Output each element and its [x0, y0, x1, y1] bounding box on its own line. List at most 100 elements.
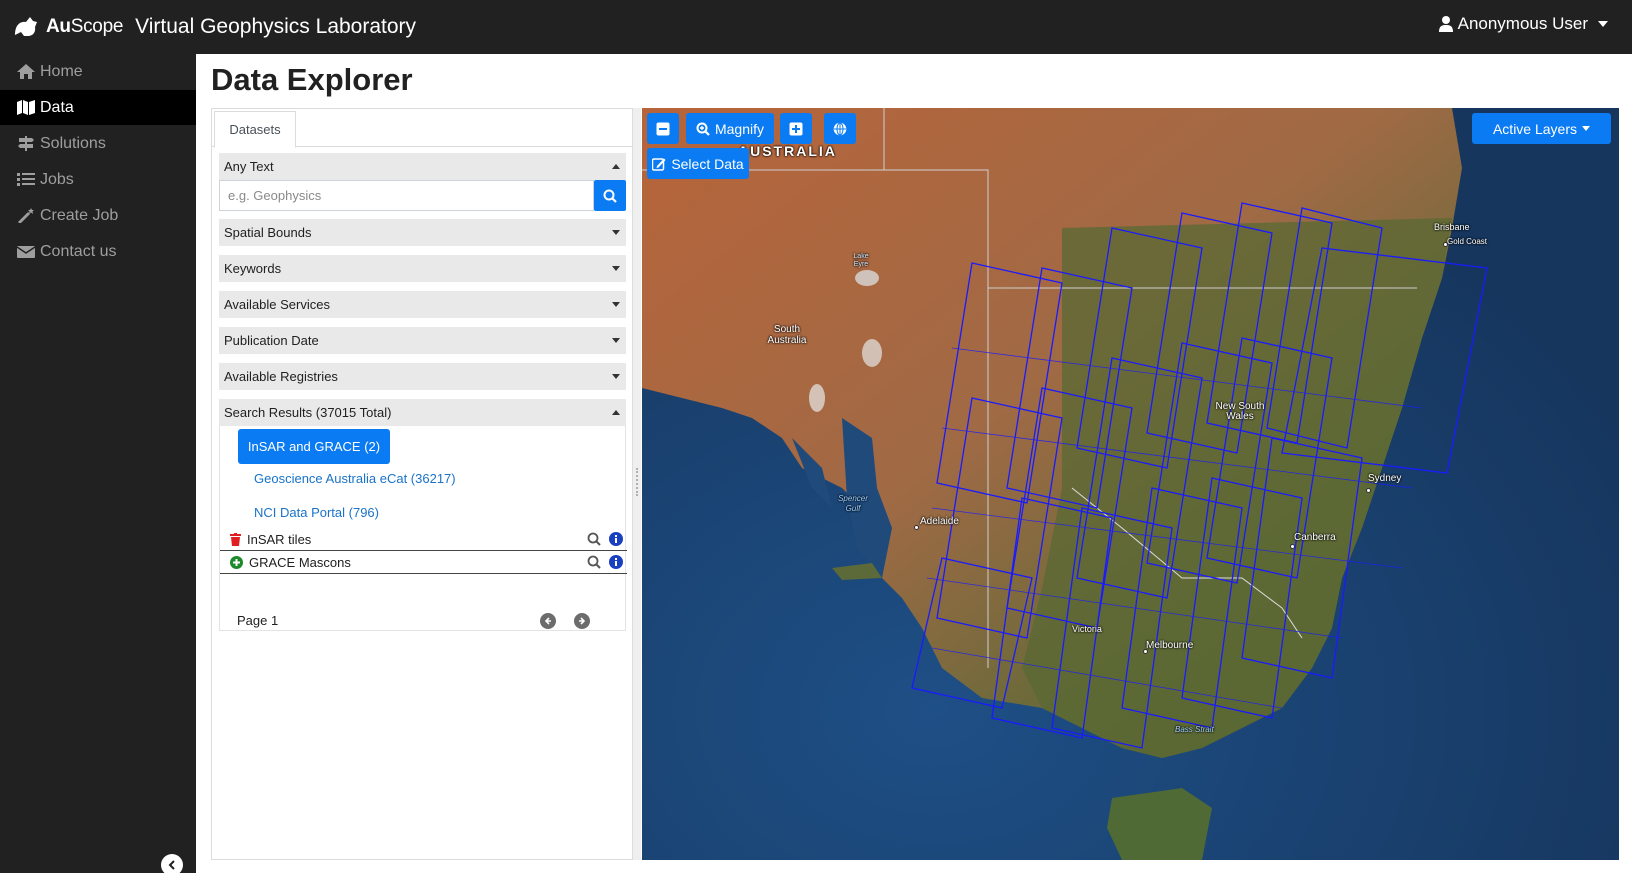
map-label-adelaide: Adelaide	[920, 516, 959, 527]
map-label-bass-strait: Bass Strait	[1175, 725, 1214, 734]
chevron-down-icon	[612, 374, 620, 379]
globe-icon	[833, 122, 847, 135]
record-grace-mascons[interactable]: GRACE Mascons	[220, 551, 627, 574]
trash-icon[interactable]	[230, 532, 241, 546]
record-insar-tiles[interactable]: InSAR tiles	[220, 528, 627, 551]
sidebar-item-label: Jobs	[40, 170, 74, 188]
splitter-grip	[636, 468, 638, 496]
home-icon	[17, 64, 35, 79]
satellite-basemap	[642, 108, 1619, 860]
sidebar-item-data[interactable]: Data	[0, 90, 196, 125]
next-page-button[interactable]	[574, 613, 590, 629]
magnify-icon[interactable]	[587, 532, 601, 546]
arrow-left-icon	[544, 617, 551, 625]
sidebar-item-jobs[interactable]: Jobs	[0, 162, 196, 197]
map-label-sydney: Sydney	[1368, 473, 1402, 484]
section-publication-date[interactable]: Publication Date	[219, 327, 626, 354]
magic-wand-icon	[18, 208, 34, 223]
brand-name: AuScope	[46, 16, 124, 37]
record-label: InSAR tiles	[247, 531, 312, 547]
chevron-left-icon	[168, 860, 175, 870]
panel-splitter[interactable]	[633, 108, 641, 860]
map-label-canberra: Canberra	[1294, 532, 1336, 543]
sidebar-item-create-job[interactable]: Create Job	[0, 198, 196, 233]
magnify-button[interactable]: Magnify	[686, 113, 774, 144]
chevron-down-icon	[612, 266, 620, 271]
user-menu[interactable]: Anonymous User	[1438, 14, 1608, 34]
page-title: Data Explorer	[211, 62, 413, 97]
map-label-gold-coast: Gold Coast	[1447, 237, 1488, 246]
info-icon[interactable]	[609, 555, 623, 569]
sidebar-item-contact[interactable]: Contact us	[0, 234, 196, 269]
plus-square-icon	[789, 122, 803, 135]
search-row	[219, 180, 626, 211]
chevron-down-icon	[1582, 126, 1591, 131]
auscope-logo-icon	[15, 17, 37, 36]
active-layers-button[interactable]: Active Layers	[1472, 113, 1611, 144]
sidebar-item-solutions[interactable]: Solutions	[0, 126, 196, 161]
globe-button[interactable]	[824, 113, 856, 144]
user-name: Anonymous User	[1457, 14, 1588, 33]
prev-page-button[interactable]	[540, 613, 556, 629]
map-label-melbourne: Melbourne	[1146, 640, 1194, 651]
list-icon	[17, 173, 35, 186]
envelope-icon	[17, 246, 35, 258]
sidebar-item-home[interactable]: Home	[0, 54, 196, 89]
section-label: Publication Date	[224, 333, 319, 348]
chevron-down-icon	[612, 230, 620, 235]
map-label-brisbane: Brisbane	[1434, 222, 1470, 232]
sidebar-item-label: Create Job	[40, 206, 119, 224]
registry-nci[interactable]: NCI Data Portal (796)	[254, 505, 379, 520]
chevron-down-icon	[612, 338, 620, 343]
zoom-in-icon	[696, 122, 710, 136]
edit-icon	[652, 157, 666, 171]
active-layers-label: Active Layers	[1492, 120, 1578, 137]
section-keywords[interactable]: Keywords	[219, 255, 626, 282]
city-dot-adelaide	[914, 525, 919, 530]
section-search-results[interactable]: Search Results (37015 Total)	[219, 399, 626, 426]
sidebar-item-label: Home	[40, 62, 83, 80]
registry-insar-grace[interactable]: InSAR and GRACE (2)	[238, 429, 390, 464]
sidebar-item-label: Contact us	[40, 242, 117, 260]
panel-tabs: Datasets	[212, 109, 632, 148]
tab-datasets[interactable]: Datasets	[214, 111, 296, 148]
chevron-up-icon	[612, 164, 620, 169]
zoom-in-button[interactable]	[780, 113, 812, 144]
info-icon[interactable]	[609, 532, 623, 546]
section-any-text[interactable]: Any Text	[219, 153, 626, 180]
pager-label: Page 1	[237, 613, 279, 628]
city-dot-canberra	[1290, 544, 1295, 549]
plus-circle-icon[interactable]	[230, 555, 243, 569]
section-available-registries[interactable]: Available Registries	[219, 363, 626, 390]
minus-square-icon	[656, 122, 670, 135]
sidebar-item-label: Solutions	[40, 134, 106, 152]
select-data-button[interactable]: Select Data	[647, 148, 749, 179]
select-data-label: Select Data	[671, 155, 744, 172]
search-button[interactable]	[594, 180, 626, 211]
top-navbar: AuScope Virtual Geophysics Laboratory An…	[0, 0, 1632, 54]
sidebar: Home Data Solutions Jobs Create Job Cont…	[0, 54, 196, 876]
magnify-label: Magnify	[714, 120, 765, 137]
section-label: Available Services	[224, 297, 330, 312]
section-label: Spatial Bounds	[224, 225, 312, 240]
search-input[interactable]	[219, 180, 594, 211]
map-label-south-australia: South Australia	[767, 324, 807, 346]
map-label-victoria: Victoria	[1072, 624, 1102, 634]
user-icon	[1438, 16, 1453, 32]
brand[interactable]: AuScope Virtual Geophysics Laboratory	[12, 10, 416, 44]
map-view[interactable]: AUSTRALIA Lake Eyre South Australia Spen…	[642, 108, 1619, 860]
app-title: Virtual Geophysics Laboratory	[135, 15, 417, 38]
chevron-down-icon	[1598, 21, 1608, 27]
signpost-icon	[18, 136, 34, 151]
section-label: Any Text	[224, 159, 274, 174]
chevron-up-icon	[612, 410, 620, 415]
sidebar-item-label: Data	[40, 98, 74, 116]
zoom-out-button[interactable]	[647, 113, 679, 144]
registry-ga-ecat[interactable]: Geoscience Australia eCat (36217)	[254, 471, 456, 486]
city-dot-sydney	[1366, 488, 1371, 493]
search-icon	[603, 189, 617, 203]
magnify-icon[interactable]	[587, 555, 601, 569]
record-label: GRACE Mascons	[249, 554, 351, 570]
section-spatial-bounds[interactable]: Spatial Bounds	[219, 219, 626, 246]
section-available-services[interactable]: Available Services	[219, 291, 626, 318]
